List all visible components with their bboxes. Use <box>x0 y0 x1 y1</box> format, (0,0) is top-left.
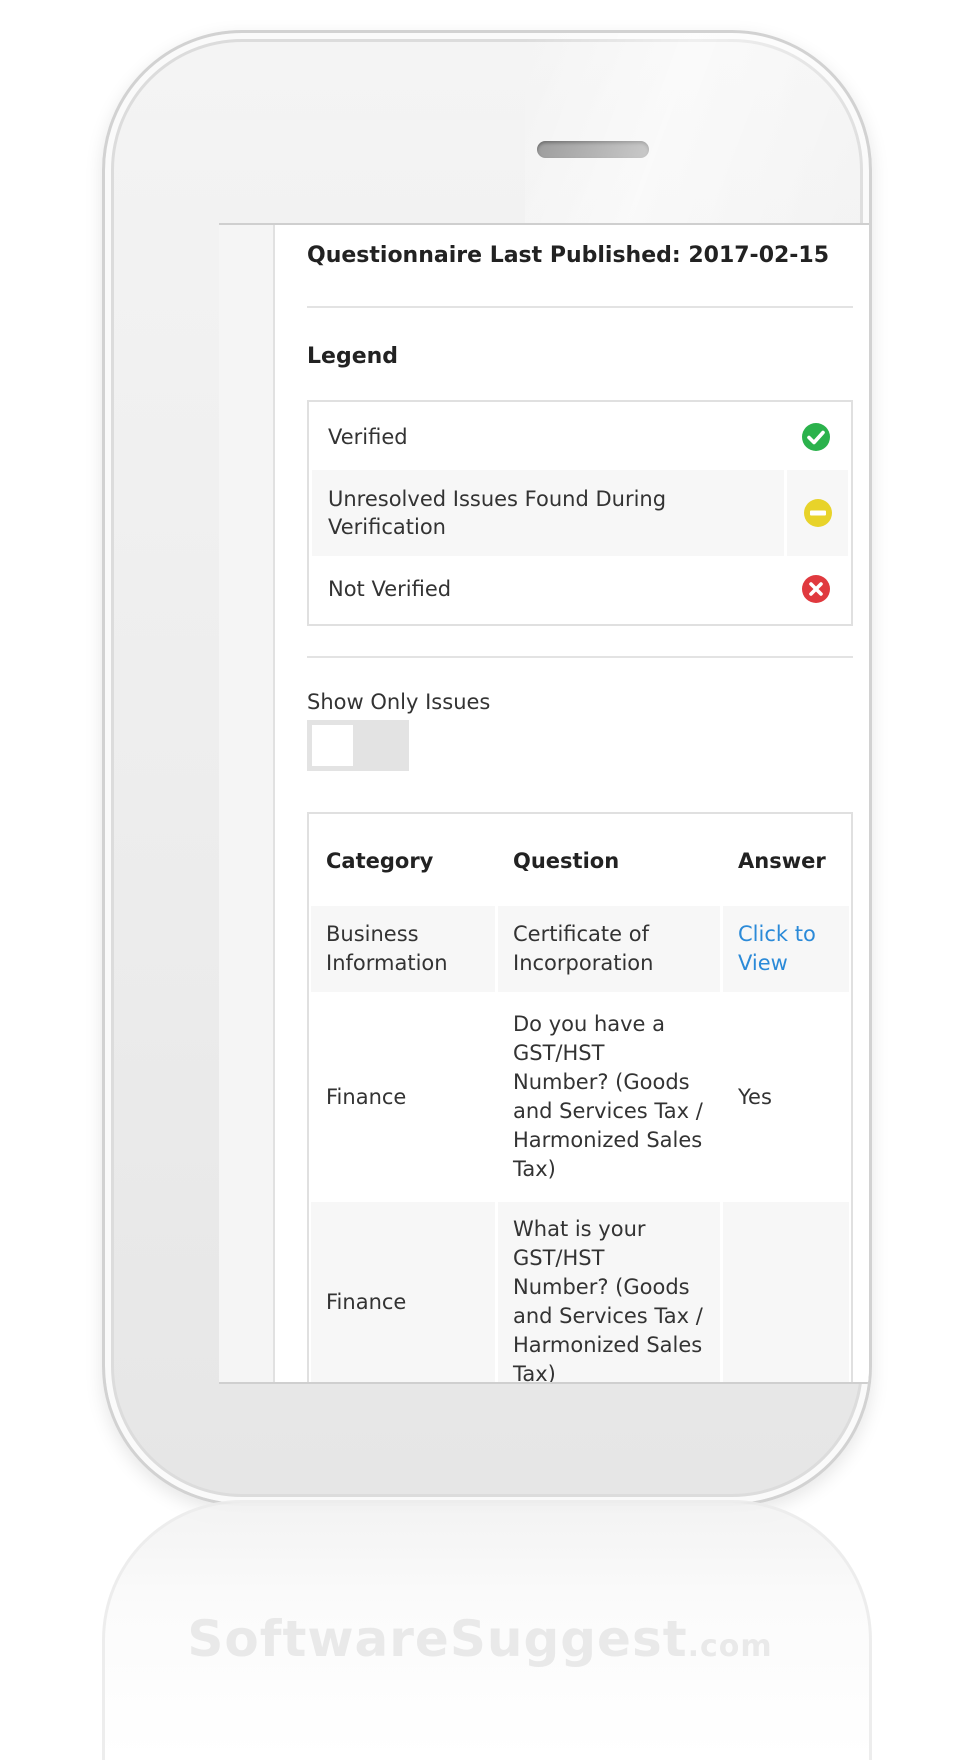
table-row: Finance What is your GST/HST Number? (Go… <box>311 1202 849 1382</box>
questionnaire-panel: Questionnaire Last Published: 2017-02-15… <box>273 225 869 1382</box>
legend-box: Verified Unresolved Issues Found During … <box>307 400 853 626</box>
phone-screen: Questionnaire Last Published: 2017-02-15… <box>219 223 869 1384</box>
questionnaire-table-container: Category Question Answer Business Inform… <box>307 812 853 1382</box>
toggle-knob[interactable] <box>312 725 353 766</box>
category-cell: Finance <box>311 1202 495 1382</box>
questionnaire-table: Category Question Answer Business Inform… <box>308 816 852 1382</box>
show-only-issues-toggle[interactable] <box>307 720 409 771</box>
column-header-category: Category <box>326 848 434 873</box>
click-to-view-link[interactable]: Click to View <box>738 922 816 975</box>
legend-item-label: Verified <box>328 425 408 449</box>
question-cell: What is your GST/HST Number? (Goods and … <box>498 1202 720 1382</box>
table-row: Business Information Certificate of Inco… <box>311 906 849 992</box>
legend-item-not-verified: Not Verified <box>312 556 848 622</box>
question-cell: Do you have a GST/HST Number? (Goods and… <box>513 1012 703 1181</box>
legend-title: Legend <box>307 344 399 369</box>
watermark-suffix: .com <box>687 1629 773 1664</box>
legend-item-label: Not Verified <box>328 577 452 601</box>
answer-cell <box>723 1202 849 1382</box>
column-header-question: Question <box>513 848 620 873</box>
check-circle-icon <box>802 423 830 451</box>
x-circle-icon <box>802 575 830 603</box>
divider <box>307 306 853 308</box>
watermark: SoftwareSuggest.com <box>0 1610 960 1668</box>
legend-item-verified: Verified <box>312 404 848 470</box>
table-row: Finance Do you have a GST/HST Number? (G… <box>311 992 849 1202</box>
table-header-row: Category Question Answer <box>311 816 849 906</box>
divider <box>307 656 853 658</box>
phone-frame: Questionnaire Last Published: 2017-02-15… <box>102 30 872 1506</box>
published-date: Questionnaire Last Published: 2017-02-15 <box>307 243 830 268</box>
show-only-issues-label: Show Only Issues <box>307 690 491 714</box>
legend-item-unresolved: Unresolved Issues Found During Verificat… <box>312 470 848 556</box>
watermark-brand: SoftwareSuggest <box>187 1610 688 1668</box>
question-cell: Certificate of Incorporation <box>498 906 720 992</box>
category-cell: Business Information <box>311 906 495 992</box>
minus-circle-icon <box>803 499 832 527</box>
answer-cell: Yes <box>738 1084 772 1109</box>
category-cell: Finance <box>326 1084 407 1109</box>
questionnaire-content: Questionnaire Last Published: 2017-02-15… <box>307 225 853 1382</box>
legend-item-label: Unresolved Issues Found During Verificat… <box>328 487 667 539</box>
column-header-answer: Answer <box>738 848 826 873</box>
phone-speaker <box>537 141 649 158</box>
